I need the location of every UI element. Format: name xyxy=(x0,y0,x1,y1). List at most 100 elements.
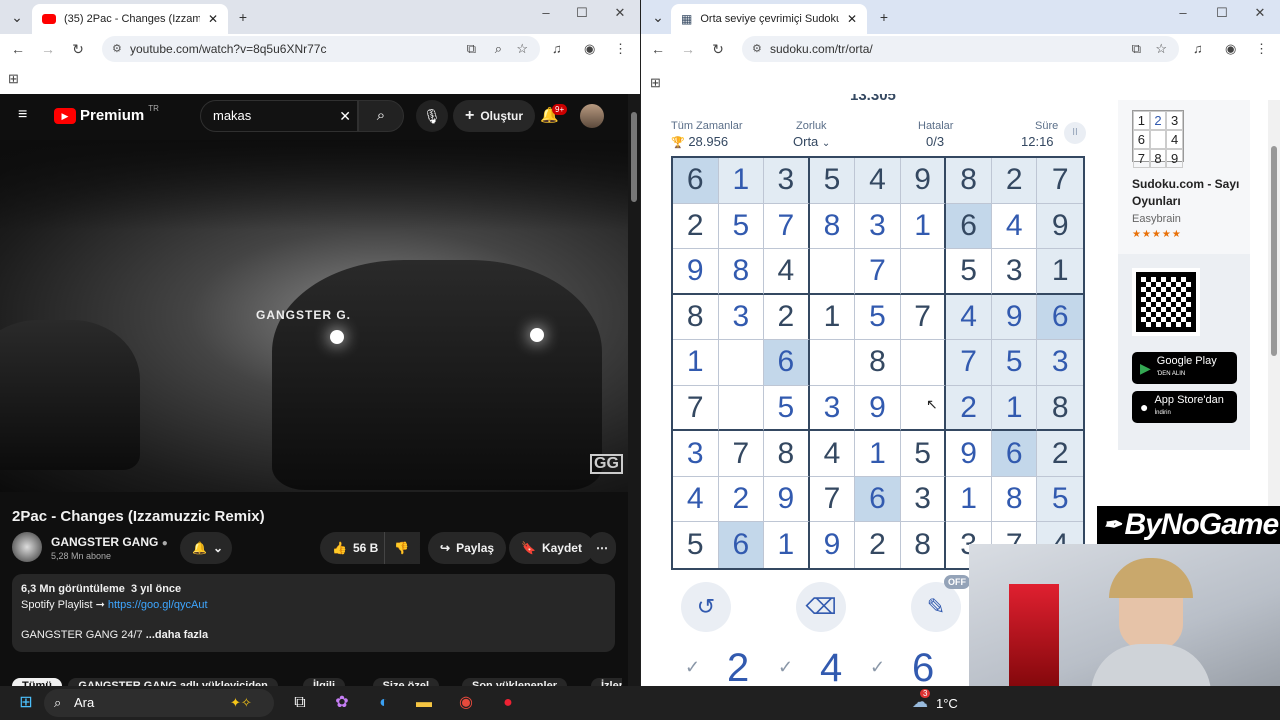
sudoku-cell[interactable]: 5 xyxy=(718,203,765,250)
tab-sudoku[interactable]: ▦ Orta seviye çevrimiçi Sudoku - ✕ xyxy=(671,4,867,34)
create-button[interactable]: + Oluştur xyxy=(453,100,536,132)
sudoku-cell[interactable]: 4 xyxy=(991,203,1038,250)
numpad-button[interactable]: 6 xyxy=(912,646,934,686)
channel-avatar[interactable] xyxy=(12,532,42,562)
sudoku-cell[interactable]: 2 xyxy=(855,522,901,568)
sudoku-cell[interactable]: 6 xyxy=(855,476,901,523)
sudoku-cell[interactable]: 1 xyxy=(946,476,992,523)
sudoku-cell[interactable]: 3 xyxy=(809,385,856,432)
tab-search-button[interactable]: ⌄ xyxy=(647,6,669,28)
share-button[interactable]: ↪ Paylaş xyxy=(428,532,507,564)
sudoku-cell[interactable]: 9 xyxy=(810,522,856,568)
video-player[interactable]: GANGSTER G. GG xyxy=(0,140,628,492)
sudoku-cell[interactable]: 8 xyxy=(809,203,856,250)
sudoku-cell[interactable]: 6 xyxy=(991,431,1038,477)
sudoku-cell[interactable]: 9 xyxy=(991,294,1038,341)
filter-chip[interactable]: İlgili xyxy=(303,678,345,686)
address-bar[interactable]: ⚙ sudoku.com/tr/orta/ ⧉ ☆ xyxy=(742,36,1179,62)
voice-search-icon[interactable]: 🎙 xyxy=(416,100,448,132)
channel-name[interactable]: GANGSTER GANG ● xyxy=(51,535,168,549)
description-link[interactable]: https://goo.gl/qycAut xyxy=(108,599,208,611)
subscribe-bell-button[interactable]: 🔔 ⌄ xyxy=(180,532,232,564)
sudoku-cell[interactable]: 7 xyxy=(946,340,992,386)
description-box[interactable]: 6,3 Mn görüntüleme 3 yıl önce Spotify Pl… xyxy=(12,574,615,652)
sudoku-cell[interactable]: 8 xyxy=(1037,385,1083,432)
sudoku-cell[interactable]: 2 xyxy=(764,294,810,341)
sudoku-cell[interactable]: 7 xyxy=(673,385,719,432)
sudoku-cell[interactable]: 2 xyxy=(1037,431,1083,477)
sudoku-cell[interactable]: 8 xyxy=(946,158,992,204)
sudoku-cell[interactable]: 9 xyxy=(855,385,901,432)
profile-icon[interactable]: ◉ xyxy=(584,41,595,57)
new-tab-button[interactable]: + xyxy=(873,6,895,28)
sudoku-cell[interactable]: 1 xyxy=(900,203,947,250)
search-button[interactable]: ⌕ xyxy=(358,100,404,132)
sudoku-cell[interactable] xyxy=(900,385,947,432)
numpad-button[interactable]: 2 xyxy=(727,646,749,686)
sudoku-cell[interactable] xyxy=(809,340,856,386)
sudoku-cell[interactable] xyxy=(718,385,765,432)
sudoku-cell[interactable]: 7 xyxy=(718,431,765,477)
save-button[interactable]: 🔖 Kaydet xyxy=(509,532,594,564)
sudoku-cell[interactable]: 2 xyxy=(673,203,719,250)
forward-button[interactable]: → xyxy=(38,39,58,59)
clear-search-icon[interactable]: ✕ xyxy=(339,101,351,131)
sudoku-cell[interactable]: 4 xyxy=(946,294,992,341)
minimize-button[interactable]: – xyxy=(1171,5,1195,20)
sudoku-cell[interactable]: 1 xyxy=(855,431,901,477)
sudoku-cell[interactable]: 7 xyxy=(900,294,947,341)
close-tab-icon[interactable]: ✕ xyxy=(847,12,857,26)
pause-button[interactable]: II xyxy=(1064,122,1086,144)
address-bar[interactable]: ⚙ youtube.com/watch?v=8q5u6XNr77c ⧉ ⌕ ☆ xyxy=(102,36,540,62)
sudoku-cell[interactable]: 9 xyxy=(900,158,947,204)
windows-start-icon[interactable]: ⊞ xyxy=(14,691,38,715)
minimize-button[interactable]: – xyxy=(534,5,558,20)
sudoku-cell[interactable]: 4 xyxy=(855,158,901,204)
sudoku-cell[interactable]: 1 xyxy=(991,385,1038,432)
sudoku-cell[interactable]: 3 xyxy=(718,294,765,341)
sudoku-cell[interactable]: 8 xyxy=(901,522,947,568)
sudoku-cell[interactable]: 4 xyxy=(764,249,810,295)
sudoku-cell[interactable]: 1 xyxy=(1037,249,1083,295)
sudoku-cell[interactable]: 8 xyxy=(764,431,810,477)
sudoku-cell[interactable]: 6 xyxy=(764,340,810,386)
close-tab-icon[interactable]: ✕ xyxy=(208,12,218,26)
sudoku-cell[interactable]: 3 xyxy=(991,249,1038,295)
sudoku-cell[interactable]: 9 xyxy=(764,476,810,523)
sudoku-cell[interactable]: 7 xyxy=(764,203,810,250)
sudoku-cell[interactable]: 3 xyxy=(673,431,719,477)
copilot-icon[interactable]: ✿ xyxy=(330,691,354,715)
filter-chip[interactable]: Son yüklenenler xyxy=(462,678,567,686)
sudoku-cell[interactable]: 4 xyxy=(673,476,719,523)
sudoku-cell[interactable]: 5 xyxy=(855,294,901,341)
show-more-link[interactable]: ...daha fazla xyxy=(146,629,208,641)
numpad-button[interactable]: 4 xyxy=(820,646,842,686)
sudoku-cell[interactable]: 4 xyxy=(809,431,856,477)
sudoku-cell[interactable]: 2 xyxy=(991,158,1038,204)
erase-button[interactable]: ⌫ xyxy=(796,582,846,632)
undo-button[interactable]: ↺ xyxy=(681,582,731,632)
sudoku-cell[interactable]: 3 xyxy=(855,203,901,250)
sudoku-cell[interactable]: 1 xyxy=(718,158,765,204)
sudoku-cell[interactable] xyxy=(718,340,765,386)
tab-search-button[interactable]: ⌄ xyxy=(6,6,28,28)
site-info-icon[interactable]: ⚙ xyxy=(112,36,122,62)
bookmark-star-icon[interactable]: ☆ xyxy=(516,36,528,62)
notes-button[interactable]: ✎ xyxy=(911,582,961,632)
media-controls-icon[interactable]: ♫ xyxy=(1193,41,1203,56)
profile-icon[interactable]: ◉ xyxy=(1225,41,1236,57)
sudoku-cell[interactable] xyxy=(900,249,947,295)
sudoku-cell[interactable]: 7 xyxy=(855,249,901,295)
sudoku-cell[interactable]: 6 xyxy=(673,158,719,204)
edge-browser-icon[interactable]: ◐ xyxy=(372,691,396,715)
filter-chip[interactable]: Size özel xyxy=(372,678,440,686)
sudoku-cell[interactable]: 1 xyxy=(764,522,810,568)
filter-chip[interactable]: İzlenenler xyxy=(591,678,622,686)
sudoku-cell[interactable]: 7 xyxy=(1037,158,1083,204)
sudoku-cell[interactable]: 5 xyxy=(809,158,856,204)
dislike-button[interactable]: 👎 xyxy=(384,532,420,564)
media-controls-icon[interactable]: ♫ xyxy=(552,41,562,56)
sudoku-cell[interactable]: 1 xyxy=(809,294,856,341)
sudoku-cell[interactable]: 2 xyxy=(946,385,992,432)
sudoku-cell[interactable]: 9 xyxy=(1037,203,1083,250)
